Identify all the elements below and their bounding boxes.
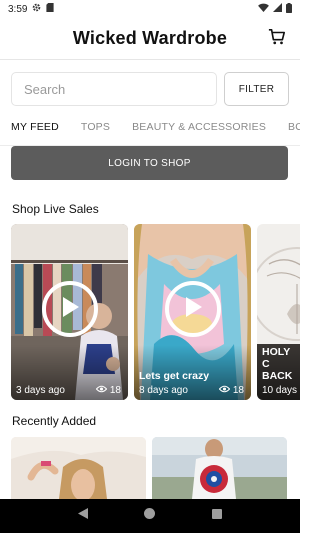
card-meta: 8 days ago 18 — [139, 385, 244, 396]
recently-added-list — [11, 437, 300, 499]
app-header: Wicked Wardrobe — [0, 18, 300, 60]
app-title: Wicked Wardrobe — [72, 28, 228, 48]
product-card[interactable] — [11, 437, 146, 499]
filter-button[interactable]: FILTER — [224, 72, 289, 106]
signal-icon — [273, 3, 282, 15]
home-circle-icon — [143, 507, 156, 525]
product-image — [11, 437, 146, 499]
card-age: 8 days ago — [139, 385, 188, 396]
nav-recents-button[interactable] — [205, 504, 229, 528]
search-row: FILTER — [11, 72, 289, 106]
card-age: 3 days ago — [16, 385, 65, 396]
card-caption: HOLY C BACK — [262, 346, 293, 382]
tab-my-feed[interactable]: MY FEED — [0, 116, 70, 145]
product-image — [152, 437, 287, 499]
tab-beauty-accessories[interactable]: BEAUTY & ACCESSORIES — [121, 116, 277, 145]
card-views: 18 — [95, 385, 121, 396]
play-icon — [60, 296, 80, 323]
play-icon — [183, 296, 203, 323]
eye-icon — [95, 385, 108, 396]
tab-bottoms[interactable]: BOTTO — [277, 116, 300, 145]
product-card[interactable] — [152, 437, 287, 499]
recents-square-icon — [211, 507, 223, 525]
card-age: 10 days — [262, 385, 298, 396]
cart-button[interactable] — [266, 28, 288, 50]
nav-home-button[interactable] — [138, 504, 162, 528]
card-views: 18 — [218, 385, 244, 396]
card-meta: 3 days ago 18 — [16, 385, 121, 396]
live-sales-carousel: 3 days ago 18 Lets get crazy 8 days ago … — [11, 224, 300, 400]
wifi-icon — [258, 3, 269, 15]
search-input[interactable] — [11, 72, 217, 106]
card-meta: 10 days — [262, 385, 300, 396]
system-nav-bar — [0, 499, 300, 533]
tab-tops[interactable]: TOPS — [70, 116, 121, 145]
eye-icon — [218, 385, 231, 396]
live-sales-title: Shop Live Sales — [12, 202, 99, 216]
live-sale-card[interactable]: HOLY C BACK 10 days — [257, 224, 300, 400]
category-tabs: MY FEED TOPS BEAUTY & ACCESSORIES BOTTO — [0, 116, 300, 146]
view-count: 18 — [109, 385, 121, 396]
play-button[interactable] — [42, 281, 98, 337]
nav-back-button[interactable] — [71, 504, 95, 528]
login-to-shop-button[interactable]: LOGIN TO SHOP — [11, 146, 288, 180]
sd-card-icon — [46, 3, 55, 15]
back-triangle-icon — [77, 507, 89, 525]
live-sale-card[interactable]: 3 days ago 18 — [11, 224, 128, 400]
view-count: 18 — [232, 385, 244, 396]
card-caption: Lets get crazy — [139, 370, 210, 382]
cart-icon — [268, 28, 286, 51]
battery-icon — [286, 2, 292, 16]
live-sale-card[interactable]: Lets get crazy 8 days ago 18 — [134, 224, 251, 400]
gear-icon — [32, 3, 41, 15]
status-bar: 3:59 — [0, 0, 300, 18]
play-button[interactable] — [165, 281, 221, 337]
status-time: 3:59 — [8, 3, 28, 15]
recently-added-title: Recently Added — [12, 414, 97, 428]
